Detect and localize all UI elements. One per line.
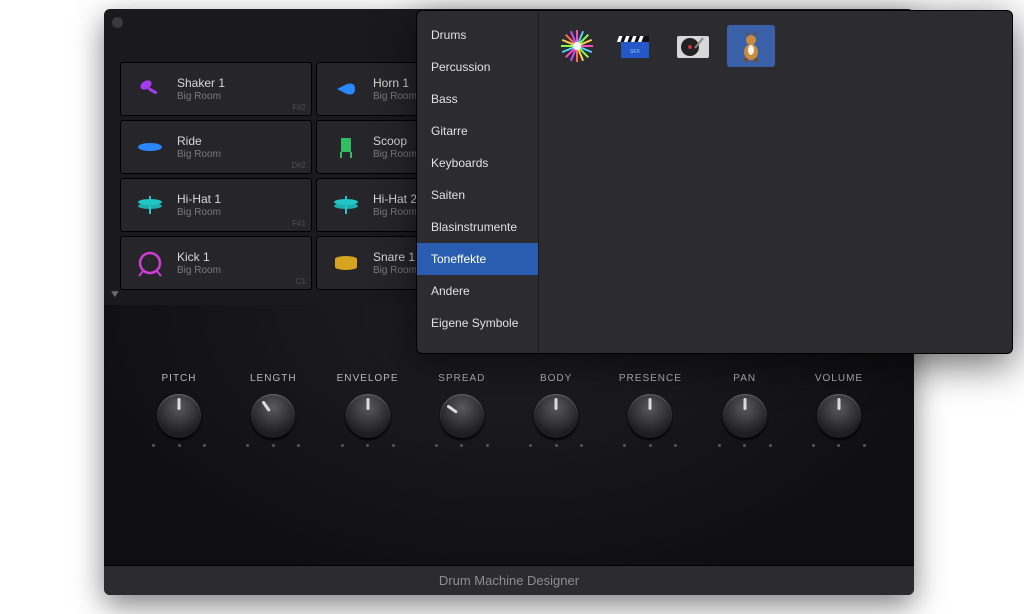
clapper-icon[interactable]: SFX (611, 25, 659, 67)
knob-dial[interactable] (628, 394, 672, 438)
knob-dial[interactable] (440, 394, 484, 438)
knob-presence[interactable]: PRESENCE (611, 373, 689, 447)
category-saiten[interactable]: Saiten (417, 179, 538, 211)
knob-body[interactable]: BODY (517, 373, 595, 447)
symbol-picker-popover: DrumsPercussionBassGitarreKeyboardsSaite… (416, 10, 1013, 354)
knob-ticks (246, 444, 300, 447)
window-close-button[interactable] (112, 17, 123, 28)
knob-dial[interactable] (251, 394, 295, 438)
knob-ticks (718, 444, 772, 447)
pad-note: F#2 (292, 103, 306, 112)
knob-dial[interactable] (346, 394, 390, 438)
knob-dial[interactable] (723, 394, 767, 438)
kick-icon (127, 240, 173, 286)
scoop-icon (323, 124, 369, 170)
pad-name: Shaker 1 (177, 76, 225, 90)
knob-label: PAN (733, 373, 756, 384)
knob-dial[interactable] (817, 394, 861, 438)
knob-label: VOLUME (815, 373, 863, 384)
dog-icon[interactable] (727, 25, 775, 67)
category-eigene symbole[interactable]: Eigene Symbole (417, 307, 538, 339)
knob-volume[interactable]: VOLUME (800, 373, 878, 447)
knob-ticks (812, 444, 866, 447)
footer-title: Drum Machine Designer (104, 565, 914, 595)
pad-name: Hi-Hat 2 (373, 192, 417, 206)
category-percussion[interactable]: Percussion (417, 51, 538, 83)
shaker-icon (127, 66, 173, 112)
turntable-icon[interactable] (669, 25, 717, 67)
category-blasinstrumente[interactable]: Blasinstrumente (417, 211, 538, 243)
knob-ticks (341, 444, 395, 447)
pad-name: Hi-Hat 1 (177, 192, 221, 206)
pad-note: D#2 (291, 161, 306, 170)
drum-pad[interactable]: Shaker 1 Big Room F#2 (120, 62, 312, 116)
category-drums[interactable]: Drums (417, 19, 538, 51)
knob-label: BODY (540, 373, 572, 384)
pad-kit: Big Room (177, 265, 221, 276)
knob-label: PRESENCE (619, 373, 682, 384)
knob-dial[interactable] (534, 394, 578, 438)
knob-dial[interactable] (157, 394, 201, 438)
knob-spread[interactable]: SPREAD (423, 373, 501, 447)
snare-icon (323, 240, 369, 286)
knob-ticks (435, 444, 489, 447)
pad-kit: Big Room (373, 149, 417, 160)
pad-kit: Big Room (177, 207, 221, 218)
pad-name: Scoop (373, 134, 417, 148)
knob-label: LENGTH (250, 373, 297, 384)
horn-icon (323, 66, 369, 112)
pad-name: Ride (177, 134, 221, 148)
knob-pan[interactable]: PAN (706, 373, 784, 447)
knob-label: ENVELOPE (337, 373, 399, 384)
pad-name: Kick 1 (177, 250, 221, 264)
category-gitarre[interactable]: Gitarre (417, 115, 538, 147)
knob-ticks (623, 444, 677, 447)
knob-label: SPREAD (438, 373, 485, 384)
category-keyboards[interactable]: Keyboards (417, 147, 538, 179)
knob-label: PITCH (162, 373, 197, 384)
knob-pitch[interactable]: PITCH (140, 373, 218, 447)
burst-icon[interactable] (553, 25, 601, 67)
pad-kit: Big Room (373, 265, 417, 276)
svg-text:SFX: SFX (630, 49, 640, 55)
pad-kit: Big Room (373, 207, 417, 218)
pad-name: Snare 1 (373, 250, 417, 264)
symbol-grid: SFX (539, 11, 1012, 353)
pad-kit: Big Room (373, 91, 417, 102)
hihat-icon (127, 182, 173, 228)
pad-name: Horn 1 (373, 76, 417, 90)
ride-icon (127, 124, 173, 170)
knob-length[interactable]: LENGTH (234, 373, 312, 447)
drum-pad[interactable]: Hi-Hat 1 Big Room F#1 (120, 178, 312, 232)
category-toneffekte[interactable]: Toneffekte (417, 243, 538, 275)
pad-note: C1 (296, 277, 306, 286)
category-bass[interactable]: Bass (417, 83, 538, 115)
knob-envelope[interactable]: ENVELOPE (329, 373, 407, 447)
disclosure-triangle[interactable]: ▼ (109, 289, 122, 300)
category-list: DrumsPercussionBassGitarreKeyboardsSaite… (417, 11, 539, 353)
knob-ticks (152, 444, 206, 447)
category-andere[interactable]: Andere (417, 275, 538, 307)
drum-pad[interactable]: Ride Big Room D#2 (120, 120, 312, 174)
pad-kit: Big Room (177, 91, 225, 102)
hihat-icon (323, 182, 369, 228)
pad-kit: Big Room (177, 149, 221, 160)
pad-note: F#1 (292, 219, 306, 228)
knob-ticks (529, 444, 583, 447)
drum-pad[interactable]: Kick 1 Big Room C1 (120, 236, 312, 290)
